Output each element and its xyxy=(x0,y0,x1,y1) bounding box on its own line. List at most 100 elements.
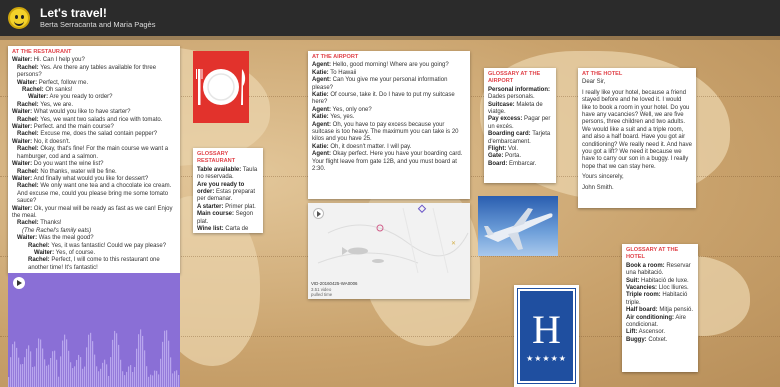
airport-line: Agent: Hello, good morning! Where are yo… xyxy=(312,62,466,69)
restaurant-text: And finally what would you like for dess… xyxy=(32,175,149,182)
waveform-bar xyxy=(44,359,46,387)
airport-line: Katie: To Hawaii xyxy=(312,70,466,77)
waveform-bar xyxy=(170,357,172,387)
waveform-bar xyxy=(46,365,48,387)
restaurant-speaker: Waiter: xyxy=(12,57,33,64)
glossary-term: Air conditioning: xyxy=(626,314,674,321)
airport-speaker: Agent: xyxy=(312,106,331,113)
glossary-airport-list: Personal information: Dades personals. Su… xyxy=(488,87,552,168)
restaurant-line: Rachel: Perfect, I will come to this res… xyxy=(12,257,176,272)
hotel-closing: Yours sincerely, xyxy=(582,174,624,181)
glossary-hotel-card[interactable]: GLOSSARY AT THE HOTEL Book a room: Reser… xyxy=(622,244,698,372)
waveform-bar xyxy=(154,370,156,387)
audio-player[interactable] xyxy=(8,273,180,387)
restaurant-speaker: Waiter: xyxy=(28,94,49,101)
waveform-bar xyxy=(104,359,106,387)
waveform-bar xyxy=(124,375,126,387)
audio-waveform xyxy=(8,329,180,387)
glossary-term: Vacancies: xyxy=(626,285,658,292)
waveform-bar xyxy=(174,371,176,387)
restaurant-dialogue-card[interactable]: AT THE RESTAURANT Waiter: Hi. Can I help… xyxy=(8,46,180,274)
restaurant-speaker: Waiter: xyxy=(17,235,38,242)
glossary-item: Triple room: Habitació triple. xyxy=(626,292,694,307)
restaurant-line: Waiter: Do you want the wine list? xyxy=(12,161,176,168)
restaurant-text: Yes, of course. xyxy=(54,249,96,256)
airport-dialogue-card[interactable]: AT THE AIRPORT Agent: Hello, good mornin… xyxy=(308,51,470,199)
glossary-term: Suitcase: xyxy=(488,101,515,108)
video-attachment[interactable]: ✕ VID-20160425-WA0006 3.51 video pulled … xyxy=(308,203,470,299)
waveform-bar xyxy=(42,348,44,387)
restaurant-text: Okay, that's fine! For the main course w… xyxy=(17,146,169,160)
glossary-item: A starter: Primer plat. xyxy=(197,204,259,211)
waveform-bar xyxy=(24,357,26,387)
restaurant-speaker: Rachel: xyxy=(17,220,39,227)
glossary-item: Personal information: Dades personals. xyxy=(488,87,552,102)
glossary-restaurant-card[interactable]: GLOSSARY RESTAURANT Table available: Tau… xyxy=(193,148,263,233)
waveform-bar xyxy=(80,357,82,387)
smiley-logo-icon[interactable] xyxy=(8,7,30,29)
waveform-bar xyxy=(152,375,154,387)
waveform-bar xyxy=(142,335,144,387)
waveform-bar xyxy=(162,341,164,387)
restaurant-line: Waiter: No, it doesn't. xyxy=(12,139,176,146)
restaurant-speaker: Waiter: xyxy=(12,138,33,145)
waveform-bar xyxy=(120,359,122,387)
plate-icon xyxy=(196,69,246,105)
airport-text: To Hawaii xyxy=(328,69,357,76)
glossary-item: Table available: Taula no reservada. xyxy=(197,167,259,182)
waveform-bar xyxy=(116,333,118,387)
restaurant-line: Rachel: Oh sanks! xyxy=(12,87,176,94)
airport-text: Yes, yes. xyxy=(328,114,355,121)
restaurant-heading: AT THE RESTAURANT xyxy=(12,49,72,55)
waveform-bar xyxy=(48,364,50,387)
restaurant-text: Was the meal good? xyxy=(37,235,94,242)
play-icon[interactable] xyxy=(13,277,25,289)
restaurant-speaker: Waiter: xyxy=(12,205,33,212)
plate-cutlery-image[interactable] xyxy=(193,51,249,123)
waveform-bar xyxy=(160,358,162,387)
waveform-bar xyxy=(86,347,88,387)
waveform-bar xyxy=(8,377,10,387)
glossary-item: Main course: Segon plat. xyxy=(197,211,259,226)
restaurant-line: Waiter: Perfect, follow me. xyxy=(12,80,176,87)
waveform-bar xyxy=(58,376,60,387)
hotel-sign-image[interactable]: H ★★★★★ xyxy=(514,285,579,387)
waveform-bar xyxy=(144,350,146,387)
waveform-bar xyxy=(136,348,138,387)
video-play-icon[interactable] xyxy=(313,208,324,219)
waveform-bar xyxy=(76,359,78,387)
waveform-bar xyxy=(108,375,110,387)
waveform-bar xyxy=(60,356,62,387)
glossary-airport-card[interactable]: GLOSSARY AT THE AIRPORT Personal informa… xyxy=(484,68,556,183)
airport-text: Oh, it doesn't matter. I will pay. xyxy=(328,143,412,150)
hotel-letter-card[interactable]: AT THE HOTEL Dear Sir, I really like you… xyxy=(578,68,696,208)
glossary-hotel-list: Book a room: Reservar una habitació. Suit… xyxy=(626,263,694,344)
airplane-image[interactable] xyxy=(478,196,558,256)
restaurant-speaker: Rachel: xyxy=(17,146,39,153)
hotel-signature: John Smith. xyxy=(582,184,614,191)
waveform-bar xyxy=(78,354,80,387)
glossary-airport-heading: GLOSSARY AT THE AIRPORT xyxy=(488,71,541,85)
waveform-bar xyxy=(10,357,12,387)
waveform-bar xyxy=(110,357,112,387)
glossary-item: Are you ready to order: Estas preparat p… xyxy=(197,182,259,204)
restaurant-speaker: Rachel: xyxy=(17,183,39,190)
waveform-bar xyxy=(62,340,64,387)
airport-speaker: Agent: xyxy=(312,62,331,69)
restaurant-text: What would you like to have starter? xyxy=(32,109,131,116)
glossary-definition: Mitja pensió. xyxy=(657,307,694,314)
glossary-term: Triple room: xyxy=(626,292,661,299)
waveform-bar xyxy=(88,334,90,387)
waveform-bar xyxy=(106,364,108,387)
waveform-bar xyxy=(114,330,116,387)
waveform-bar xyxy=(20,364,22,387)
glossary-item: Suitcase: Maleta de viatge. xyxy=(488,102,552,117)
airport-line: Agent: Yes, only one? xyxy=(312,107,466,114)
waveform-bar xyxy=(82,368,84,387)
waveform-bar xyxy=(36,348,38,387)
restaurant-text: Do you want the wine list? xyxy=(32,161,104,168)
restaurant-line: Rachel: Okay, that's fine! For the main … xyxy=(12,146,176,161)
airport-text: Yes, only one? xyxy=(331,106,372,113)
waveform-bar xyxy=(16,347,18,387)
restaurant-line: Rachel: We only want one tea and a choco… xyxy=(12,183,176,205)
